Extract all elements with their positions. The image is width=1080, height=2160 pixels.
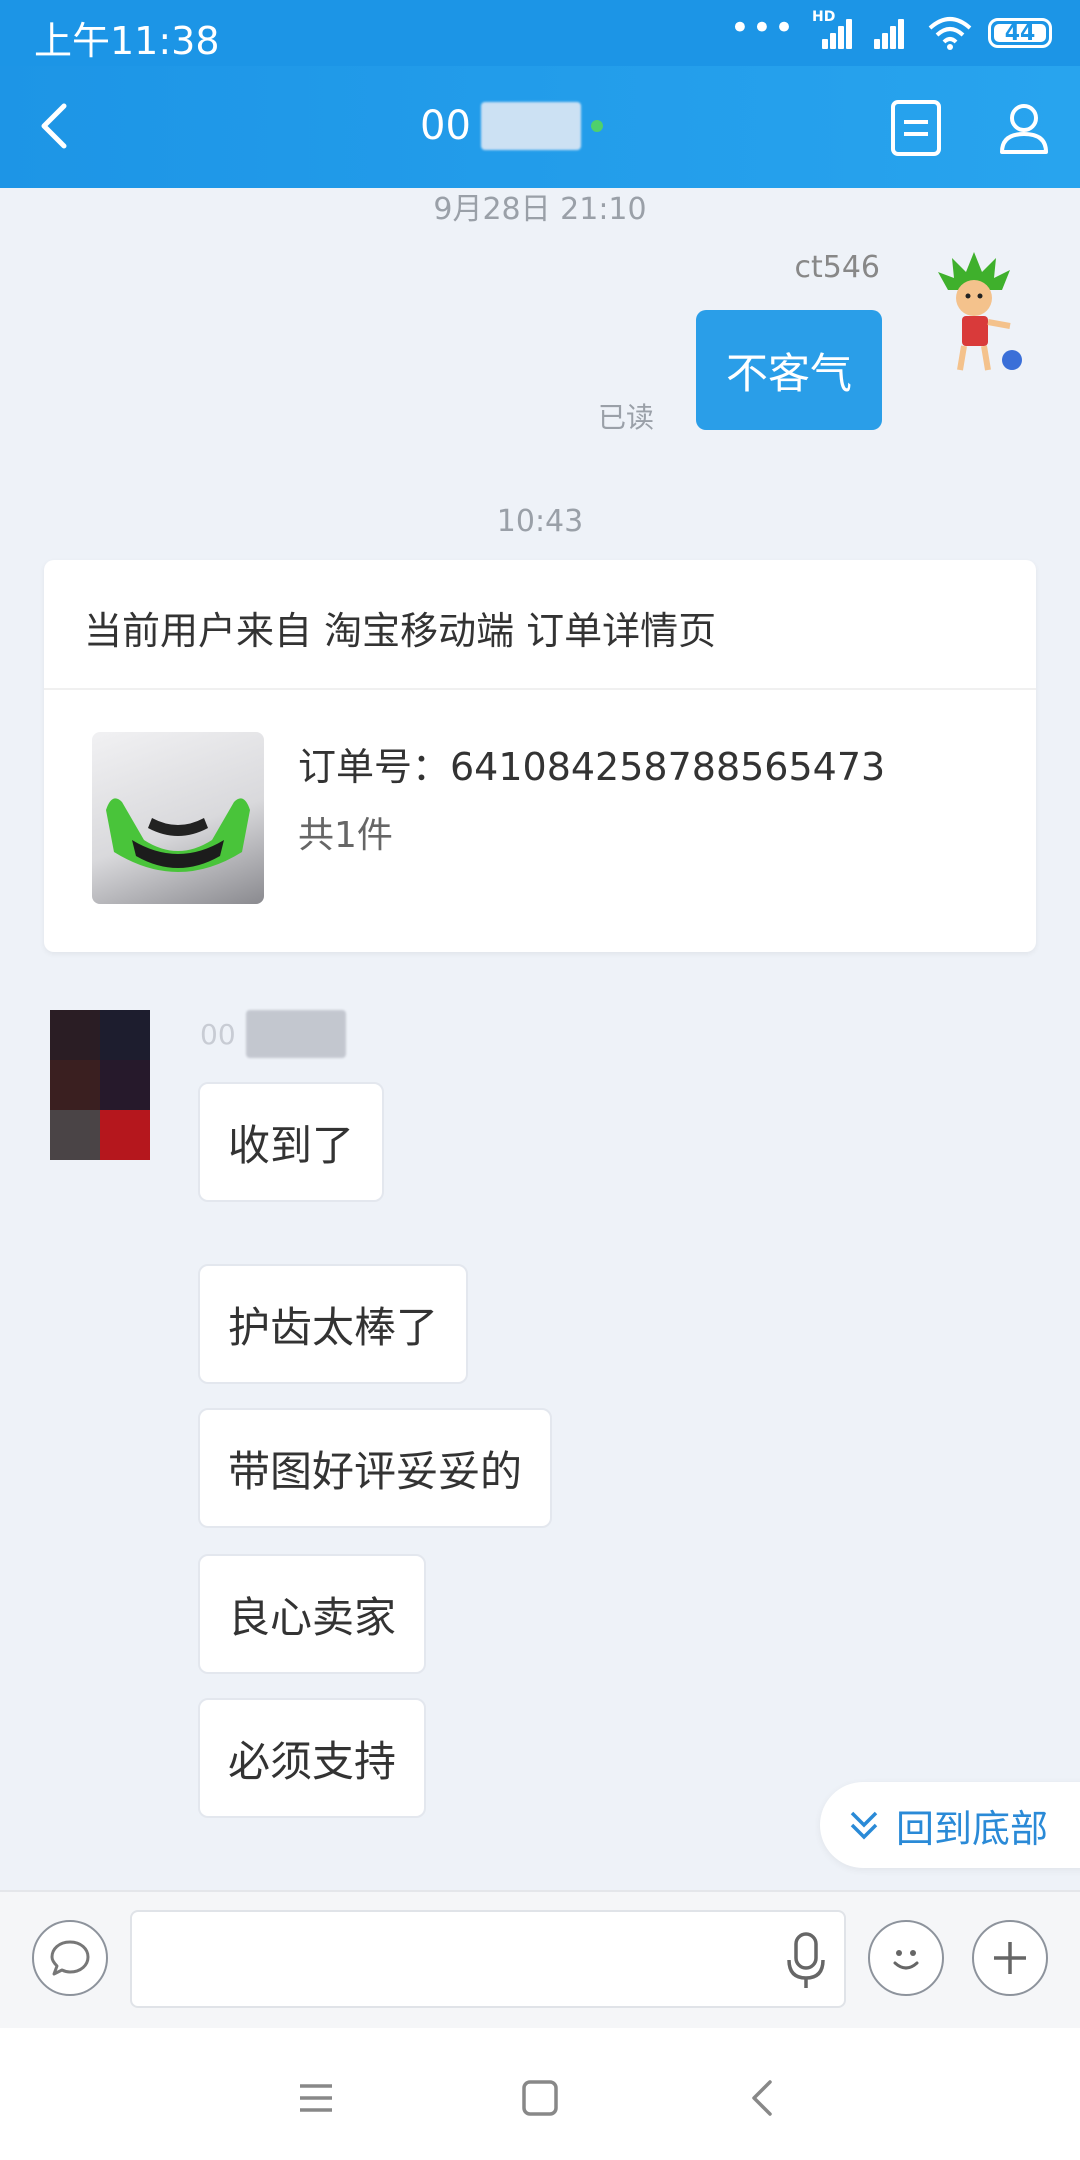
order-source: 当前用户来自 淘宝移动端 订单详情页 bbox=[84, 609, 717, 653]
read-status: 已读 bbox=[598, 401, 655, 434]
signal-hd-icon: HD bbox=[812, 9, 854, 49]
signal-icon bbox=[870, 17, 912, 49]
microphone-icon[interactable] bbox=[786, 1932, 826, 1990]
hd-label: HD bbox=[812, 9, 836, 25]
input-bar bbox=[0, 1890, 1080, 2030]
more-dots-icon: ••• bbox=[729, 8, 796, 48]
user-icon[interactable] bbox=[994, 98, 1054, 158]
contact-name-text: 00 bbox=[420, 103, 471, 149]
mouthguard-image bbox=[106, 798, 250, 872]
incoming-message-bubble[interactable]: 良心卖家 bbox=[198, 1554, 427, 1674]
message-timestamp: 10:43 bbox=[496, 504, 584, 539]
contact-name: 00 bbox=[420, 102, 603, 150]
emoji-button[interactable] bbox=[868, 1920, 944, 1996]
back-arrow-icon[interactable] bbox=[734, 2068, 794, 2128]
back-to-bottom-label: 回到底部 bbox=[896, 1806, 1049, 1851]
outgoing-message-bubble[interactable]: 不客气 bbox=[695, 310, 882, 430]
status-bar: 上午11:38 ••• HD 44 bbox=[0, 0, 1080, 66]
battery-level: 44 bbox=[1004, 20, 1036, 46]
divider bbox=[44, 688, 1036, 690]
chat-bubble-icon bbox=[50, 1940, 90, 1976]
product-thumbnail[interactable] bbox=[92, 732, 264, 904]
incoming-message-bubble[interactable]: 收到了 bbox=[198, 1082, 385, 1202]
battery-icon: 44 bbox=[988, 18, 1052, 48]
status-time: 上午11:38 bbox=[34, 19, 220, 63]
status-icons: ••• HD 44 bbox=[729, 8, 1052, 54]
incoming-message-bubble[interactable]: 必须支持 bbox=[198, 1698, 427, 1818]
chat-header: 00 bbox=[0, 66, 1080, 188]
back-to-bottom-button[interactable]: 回到底部 bbox=[820, 1782, 1080, 1868]
self-avatar[interactable] bbox=[928, 252, 1028, 376]
peer-name: 00 bbox=[200, 1010, 346, 1058]
order-card[interactable]: 当前用户来自 淘宝移动端 订单详情页 订单号：64108425878856547… bbox=[44, 560, 1036, 952]
order-number: 订单号：641084258788565473 bbox=[298, 745, 886, 789]
incoming-message-bubble[interactable]: 护齿太棒了 bbox=[198, 1264, 469, 1384]
smiley-icon bbox=[893, 1950, 919, 1970]
peer-avatar[interactable] bbox=[50, 1010, 150, 1160]
contact-name-redacted bbox=[480, 102, 581, 150]
online-status-dot bbox=[590, 120, 603, 132]
sender-name: ct546 bbox=[794, 250, 880, 285]
chevron-left-icon[interactable] bbox=[28, 96, 88, 156]
peer-name-text: 00 bbox=[200, 1017, 236, 1051]
wifi-icon bbox=[928, 17, 972, 50]
plus-icon bbox=[994, 1942, 1026, 1974]
document-icon[interactable] bbox=[888, 98, 944, 158]
plus-button[interactable] bbox=[972, 1920, 1048, 1996]
message-timestamp: 9月28日 21:10 bbox=[433, 192, 647, 227]
double-chevron-down-icon bbox=[850, 1811, 878, 1840]
peer-name-redacted bbox=[245, 1010, 346, 1058]
menu-icon[interactable] bbox=[286, 2068, 346, 2128]
message-input[interactable] bbox=[130, 1910, 846, 2008]
home-square-icon[interactable] bbox=[510, 2068, 570, 2128]
system-navigation-bar bbox=[0, 2028, 1080, 2160]
chat-bubble-button[interactable] bbox=[32, 1920, 108, 1996]
order-item-count: 共1件 bbox=[298, 815, 393, 856]
incoming-message-bubble[interactable]: 带图好评妥妥的 bbox=[198, 1408, 553, 1528]
